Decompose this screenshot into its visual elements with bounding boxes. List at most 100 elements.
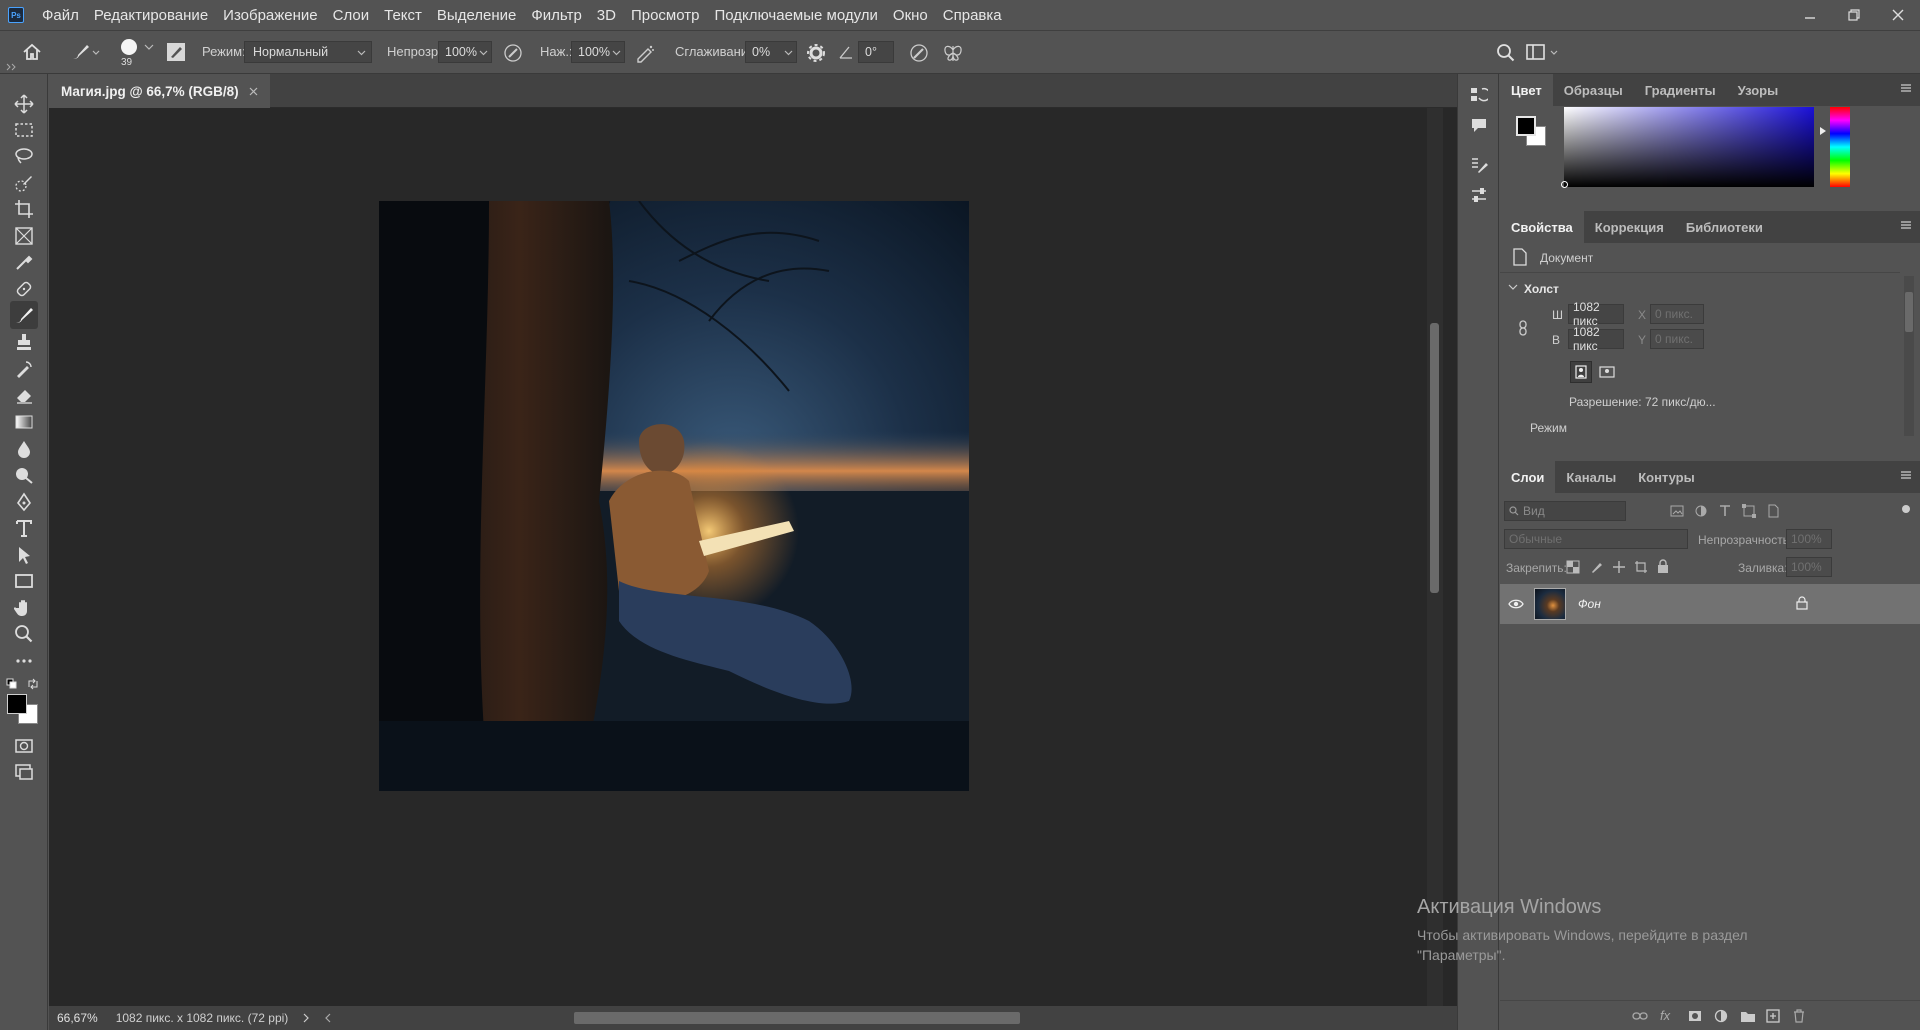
vertical-scroll-thumb[interactable]	[1430, 323, 1439, 593]
symmetry-button[interactable]	[942, 42, 964, 64]
brush-settings-panel-button[interactable]	[1470, 156, 1488, 174]
document-image[interactable]	[379, 201, 969, 791]
menu-edit[interactable]: Редактирование	[94, 7, 208, 24]
menu-file[interactable]: Файл	[42, 7, 79, 24]
restore-button[interactable]	[1832, 0, 1876, 30]
more-tools-button[interactable]	[10, 647, 38, 675]
screen-mode-button[interactable]	[10, 758, 38, 786]
brush-preset-picker[interactable]	[70, 40, 100, 64]
filter-adjustment-icon[interactable]	[1694, 504, 1708, 518]
vertical-scrollbar[interactable]	[1427, 108, 1443, 1008]
mode-select[interactable]: Нормальный	[244, 41, 372, 63]
portrait-orientation-button[interactable]	[1570, 361, 1592, 383]
search-button[interactable]	[1496, 43, 1516, 63]
eye-visibility-icon[interactable]	[1508, 598, 1524, 610]
tab-patterns[interactable]: Узоры	[1727, 74, 1790, 106]
menu-plugins[interactable]: Подключаемые модули	[714, 7, 877, 24]
pressure-input[interactable]: 100%	[571, 41, 625, 63]
fg-color-chip[interactable]	[1516, 116, 1536, 136]
tab-paths[interactable]: Контуры	[1627, 461, 1706, 493]
blend-mode-select[interactable]: Обычные	[1504, 529, 1688, 549]
adjustments-panel-button[interactable]	[1470, 186, 1488, 204]
clone-stamp-tool[interactable]	[10, 328, 38, 356]
width-field[interactable]: 1082 пикс	[1568, 300, 1624, 328]
eraser-tool[interactable]	[10, 381, 38, 409]
x-field[interactable]: 0 пикс.	[1650, 304, 1704, 324]
height-field[interactable]: 1082 пикс	[1568, 325, 1624, 353]
new-layer-icon[interactable]	[1766, 1009, 1780, 1023]
quick-selection-tool[interactable]	[10, 169, 38, 197]
color-field[interactable]	[1561, 107, 1814, 188]
tab-properties[interactable]: Свойства	[1500, 211, 1584, 243]
filter-smart-object-icon[interactable]	[1766, 504, 1780, 518]
opacity-pressure-toggle[interactable]	[503, 43, 523, 63]
swap-colors-button[interactable]	[27, 678, 39, 690]
menu-view[interactable]: Просмотр	[631, 7, 700, 24]
fx-icon[interactable]: fx	[1660, 1008, 1670, 1023]
blur-tool[interactable]	[10, 435, 38, 463]
angle-input[interactable]: 0°	[858, 41, 894, 63]
link-layers-icon[interactable]	[1632, 1010, 1648, 1022]
tab-adjustments[interactable]: Коррекция	[1584, 211, 1675, 243]
move-tool[interactable]	[10, 90, 38, 118]
minimize-button[interactable]	[1788, 0, 1832, 30]
y-field[interactable]: 0 пикс.	[1650, 329, 1704, 349]
layer-name[interactable]: Фон	[1578, 597, 1601, 611]
tab-color[interactable]: Цвет	[1500, 74, 1553, 106]
rectangle-tool[interactable]	[10, 567, 38, 595]
layer-opacity-field[interactable]: 100%	[1786, 529, 1832, 549]
lock-all-icon[interactable]	[1656, 559, 1670, 574]
lock-artboard-icon[interactable]	[1634, 560, 1648, 574]
menu-image[interactable]: Изображение	[223, 7, 318, 24]
eyedropper-tool[interactable]	[10, 248, 38, 276]
horizontal-scroll-thumb[interactable]	[574, 1012, 1021, 1024]
folder-icon[interactable]	[1740, 1009, 1756, 1023]
smoothing-settings-button[interactable]	[806, 43, 826, 63]
link-chain-icon[interactable]	[1516, 320, 1530, 336]
adjustment-layer-icon[interactable]	[1714, 1009, 1728, 1023]
zoom-level[interactable]: 66,67%	[57, 1011, 98, 1025]
menu-type[interactable]: Текст	[384, 7, 422, 24]
menu-window[interactable]: Окно	[893, 7, 928, 24]
lock-pixels-icon[interactable]	[1590, 560, 1604, 574]
workspace-switcher[interactable]	[1526, 43, 1560, 63]
marquee-tool[interactable]	[10, 116, 38, 144]
history-brush-tool[interactable]	[10, 355, 38, 383]
lock-position-icon[interactable]	[1612, 560, 1626, 574]
panel-menu-icon[interactable]	[1900, 83, 1912, 93]
history-panel-button[interactable]	[1470, 86, 1488, 104]
close-button[interactable]	[1876, 0, 1920, 30]
menu-3d[interactable]: 3D	[597, 7, 616, 24]
layer-mask-icon[interactable]	[1688, 1009, 1702, 1023]
canvas-workspace[interactable]	[49, 108, 1427, 1008]
properties-scrollbar[interactable]	[1904, 276, 1914, 436]
layer-row[interactable]: Фон	[1500, 584, 1920, 624]
panel-menu-icon[interactable]	[1900, 220, 1912, 230]
filter-type-icon[interactable]	[1718, 504, 1732, 518]
panel-menu-icon[interactable]	[1900, 470, 1912, 480]
default-colors-button[interactable]	[6, 678, 18, 690]
smoothing-input[interactable]: 0%	[745, 41, 797, 63]
menu-filter[interactable]: Фильтр	[531, 7, 581, 24]
filter-toggle[interactable]	[1902, 505, 1910, 513]
pen-tool[interactable]	[10, 488, 38, 516]
menu-help[interactable]: Справка	[943, 7, 1002, 24]
tab-channels[interactable]: Каналы	[1555, 461, 1627, 493]
filter-shape-icon[interactable]	[1742, 504, 1756, 518]
hue-slider[interactable]	[1830, 107, 1850, 187]
tab-swatches[interactable]: Образцы	[1553, 74, 1634, 106]
brush-size-picker[interactable]: 39	[117, 37, 157, 69]
menu-layers[interactable]: Слои	[333, 7, 369, 24]
zoom-tool[interactable]	[10, 620, 38, 648]
dodge-tool[interactable]	[10, 461, 38, 489]
size-pressure-toggle[interactable]	[909, 43, 929, 63]
landscape-orientation-button[interactable]	[1596, 361, 1618, 383]
hand-tool[interactable]	[10, 594, 38, 622]
properties-scroll-thumb[interactable]	[1905, 292, 1913, 332]
home-button[interactable]	[22, 42, 42, 62]
quick-mask-button[interactable]	[10, 732, 38, 760]
tab-layers[interactable]: Слои	[1500, 461, 1556, 493]
lasso-tool[interactable]	[10, 142, 38, 170]
canvas-section-title[interactable]: Холст	[1524, 282, 1559, 296]
gradient-tool[interactable]	[10, 408, 38, 436]
